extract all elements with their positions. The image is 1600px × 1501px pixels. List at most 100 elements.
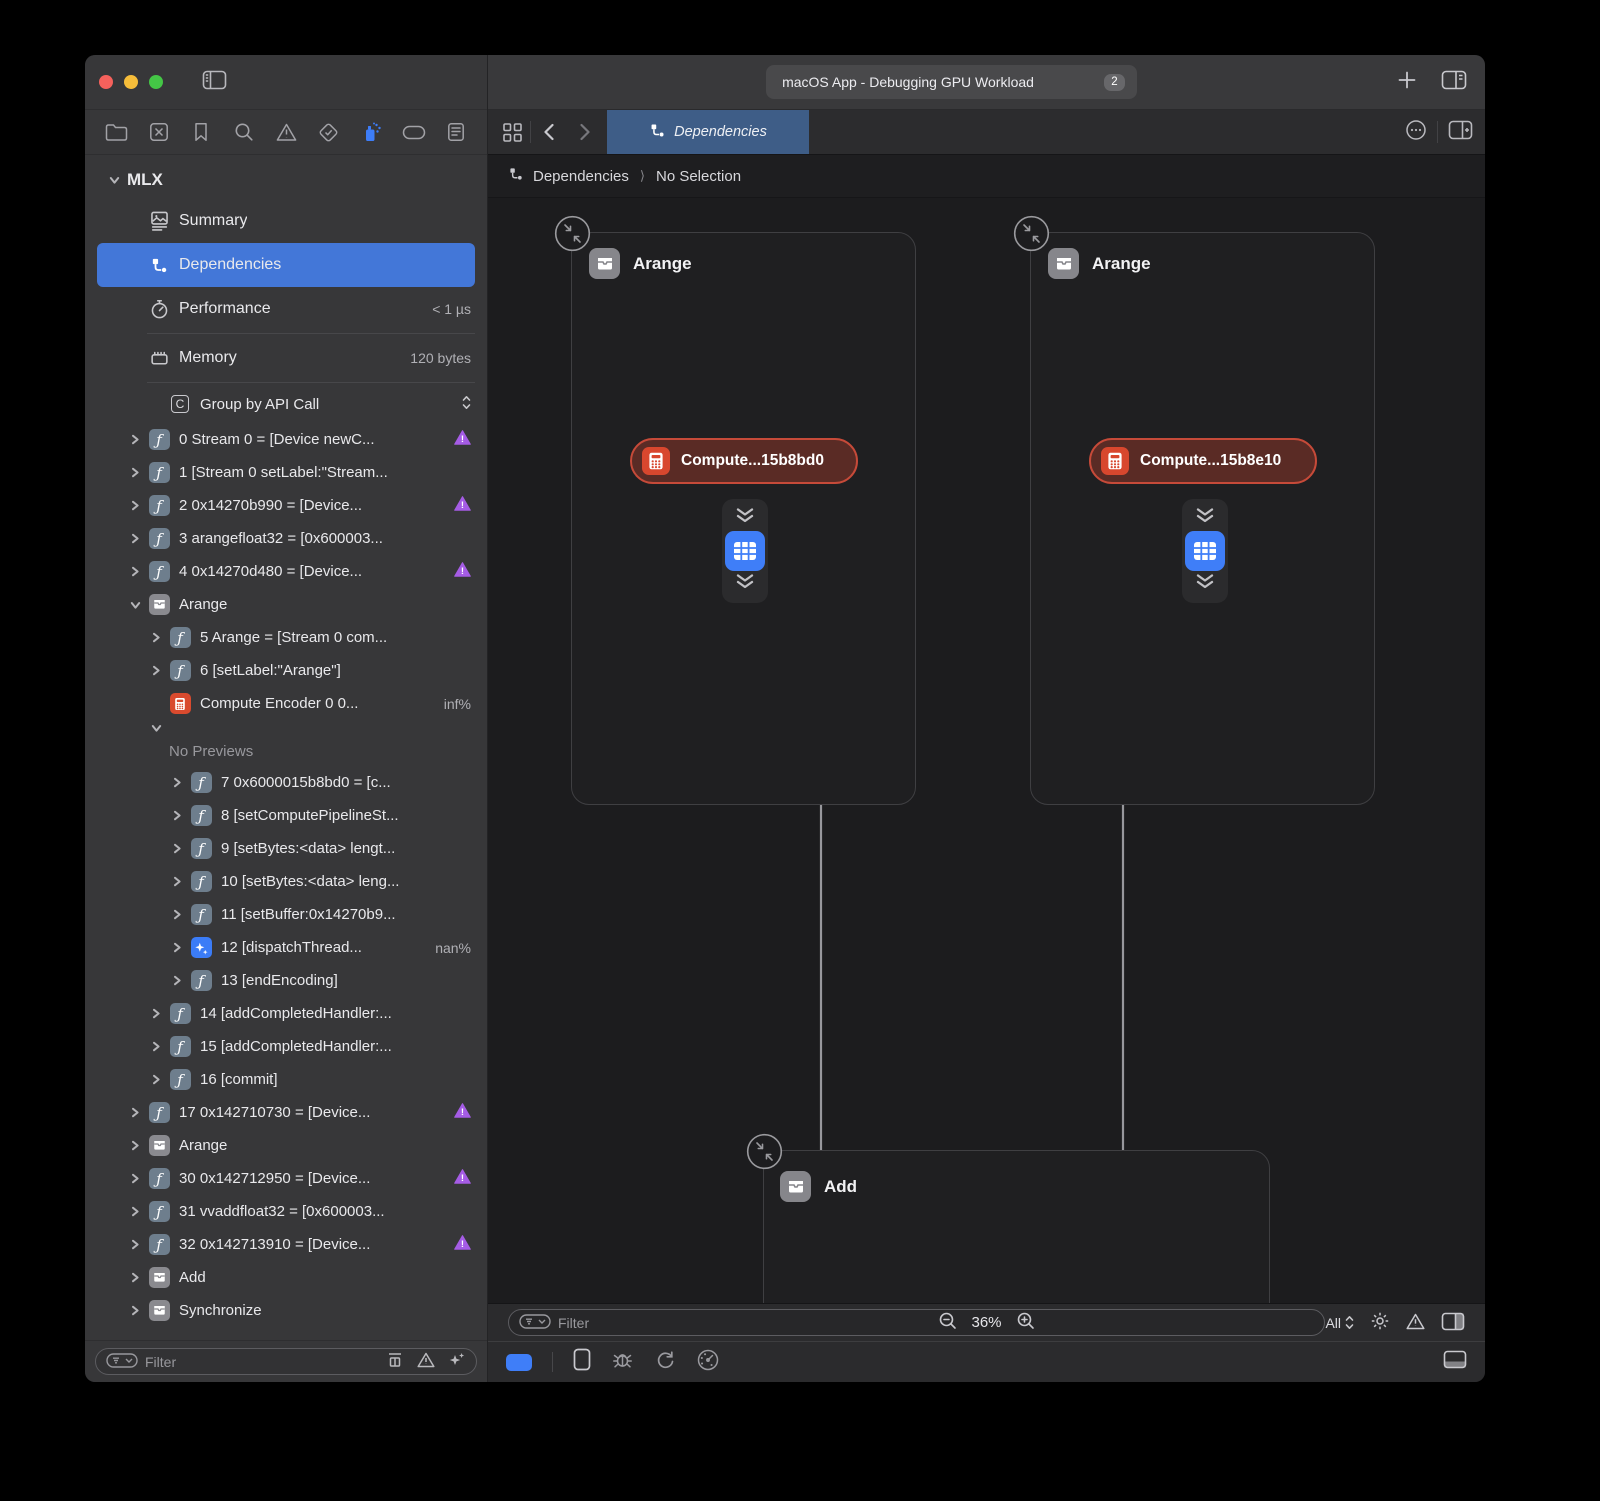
sidebar-row[interactable]: Compute Encoder 0 0...inf% bbox=[97, 687, 475, 720]
sidebar-row[interactable]: ƒ15 [addCompletedHandler:... bbox=[97, 1030, 475, 1063]
gpu-debug-icon[interactable] bbox=[356, 117, 386, 147]
disclosure-chevron[interactable] bbox=[151, 1074, 169, 1085]
breadcrumb-current[interactable]: No Selection bbox=[656, 168, 741, 185]
filter-menu-icon[interactable] bbox=[106, 1353, 138, 1371]
disclosure-chevron[interactable] bbox=[130, 600, 148, 610]
sidebar-row[interactable]: ƒ1 [Stream 0 setLabel:"Stream... bbox=[97, 456, 475, 489]
new-tab-icon[interactable] bbox=[1397, 70, 1417, 95]
folder-icon[interactable] bbox=[101, 117, 131, 147]
sidebar-row[interactable]: Add bbox=[97, 1261, 475, 1294]
tab-dependencies[interactable]: Dependencies bbox=[607, 110, 809, 154]
sidebar-row[interactable]: 12 [dispatchThread...nan% bbox=[97, 931, 475, 964]
sidebar-row[interactable]: Arange bbox=[97, 1129, 475, 1162]
minimize-button[interactable] bbox=[124, 75, 138, 89]
more-options-icon[interactable] bbox=[1405, 119, 1427, 146]
zoom-out-icon[interactable] bbox=[937, 1311, 957, 1335]
zoom-button[interactable] bbox=[149, 75, 163, 89]
sidebar-row[interactable]: ƒ4 0x14270d480 = [Device...! bbox=[97, 555, 475, 588]
disclosure-chevron[interactable] bbox=[172, 975, 190, 986]
flatten-icon[interactable] bbox=[386, 1351, 404, 1372]
sidebar-row[interactable]: ƒ8 [setComputePipelineSt... bbox=[97, 799, 475, 832]
sidebar-row[interactable]: Memory120 bytes bbox=[97, 336, 475, 380]
sidebar-row[interactable]: ƒ32 0x142713910 = [Device...! bbox=[97, 1228, 475, 1261]
disclosure-chevron[interactable] bbox=[130, 1107, 148, 1118]
disclosure-chevron[interactable] bbox=[130, 1239, 148, 1250]
disclosure-chevron[interactable] bbox=[130, 1305, 148, 1316]
settings-gear-icon[interactable] bbox=[1370, 1311, 1390, 1334]
chevron-double-down-icon[interactable] bbox=[732, 508, 758, 528]
disclosure-chevron[interactable] bbox=[130, 566, 148, 577]
forward-icon[interactable] bbox=[567, 110, 603, 154]
sidebar-row[interactable]: Summary bbox=[97, 199, 475, 243]
warning-badge-icon[interactable]: ! bbox=[454, 1169, 471, 1188]
compute-encoder-node-1[interactable]: Compute...15b8bd0 bbox=[630, 438, 858, 484]
buffer-widget-2[interactable] bbox=[1182, 499, 1228, 603]
sidebar-row[interactable]: ƒ5 Arange = [Stream 0 com... bbox=[97, 621, 475, 654]
disclosure-chevron[interactable] bbox=[151, 1041, 169, 1052]
popup-chevrons-icon[interactable] bbox=[462, 395, 471, 414]
disclosure-chevron[interactable] bbox=[151, 665, 169, 676]
disclosure-chevron[interactable] bbox=[130, 533, 148, 544]
disclosure-chevron[interactable] bbox=[130, 1272, 148, 1283]
tab-overview-icon[interactable] bbox=[494, 110, 530, 154]
dependency-graph-canvas[interactable]: Arange Compute...15b8bd0 bbox=[488, 198, 1485, 1303]
bottom-panel-icon[interactable] bbox=[1443, 1350, 1467, 1374]
sidebar-row[interactable]: Arange bbox=[97, 588, 475, 621]
warning-badge-icon[interactable]: ! bbox=[454, 1235, 471, 1254]
document-tab[interactable]: macOS App - Debugging GPU Workload 2 bbox=[766, 65, 1137, 99]
disclosure-chevron[interactable] bbox=[172, 909, 190, 920]
disclosure-chevron[interactable] bbox=[130, 1140, 148, 1151]
disclosure-chevron[interactable] bbox=[172, 777, 190, 788]
disclosure-chevron[interactable] bbox=[130, 434, 148, 445]
disclosure-chevron[interactable] bbox=[151, 632, 169, 643]
inspector-panel-icon[interactable] bbox=[1441, 1312, 1465, 1334]
sidebar-row[interactable]: ƒ14 [addCompletedHandler:... bbox=[97, 997, 475, 1030]
disclosure-chevron[interactable] bbox=[151, 723, 169, 733]
performance-gauge-icon[interactable] bbox=[696, 1348, 720, 1377]
sidebar-row[interactable]: CGroup by API Call bbox=[97, 385, 475, 423]
warning-filter-icon[interactable] bbox=[417, 1352, 435, 1371]
disclosure-chevron[interactable] bbox=[172, 843, 190, 854]
sidebar-row[interactable]: ƒ11 [setBuffer:0x14270b9... bbox=[97, 898, 475, 931]
group-box-arange-1[interactable]: Arange Compute...15b8bd0 bbox=[571, 232, 916, 805]
restart-icon[interactable] bbox=[654, 1349, 676, 1376]
sparkle-filter-icon[interactable] bbox=[448, 1351, 466, 1372]
disclosure-chevron[interactable] bbox=[172, 810, 190, 821]
sidebar-row[interactable]: ƒ16 [commit] bbox=[97, 1063, 475, 1096]
sidebar-row[interactable]: ƒ13 [endEncoding] bbox=[97, 964, 475, 997]
sidebar-row[interactable] bbox=[97, 720, 475, 736]
sidebar-row[interactable]: ƒ30 0x142712950 = [Device...! bbox=[97, 1162, 475, 1195]
compute-encoder-node-2[interactable]: Compute...15b8e10 bbox=[1089, 438, 1317, 484]
debug-bug-icon[interactable] bbox=[611, 1348, 634, 1376]
chevron-double-down-icon[interactable] bbox=[1192, 574, 1218, 594]
disclosure-chevron[interactable] bbox=[109, 175, 127, 185]
report-icon[interactable] bbox=[441, 117, 471, 147]
filter-menu-icon[interactable] bbox=[519, 1314, 551, 1332]
warning-icon[interactable] bbox=[271, 117, 301, 147]
debug-area-toggle[interactable] bbox=[506, 1354, 532, 1371]
sidebar-row[interactable]: ƒ7 0x6000015b8bd0 = [c... bbox=[97, 766, 475, 799]
sidebar-row[interactable]: ƒ6 [setLabel:"Arange"] bbox=[97, 654, 475, 687]
sidebar-row[interactable]: No Previews bbox=[97, 736, 475, 766]
sidebar-row[interactable]: ƒ2 0x14270b990 = [Device...! bbox=[97, 489, 475, 522]
sidebar-row[interactable]: ƒ31 vvaddfloat32 = [0x600003... bbox=[97, 1195, 475, 1228]
table-buffer-icon[interactable] bbox=[725, 531, 765, 571]
toggle-sidebar-icon[interactable] bbox=[202, 70, 227, 95]
x-square-icon[interactable] bbox=[144, 117, 174, 147]
disclosure-chevron[interactable] bbox=[130, 1173, 148, 1184]
sidebar-row-selected[interactable]: Dependencies bbox=[97, 243, 475, 287]
scope-selector[interactable]: All bbox=[1325, 1315, 1354, 1331]
disclosure-chevron[interactable] bbox=[151, 1008, 169, 1019]
warning-badge-icon[interactable]: ! bbox=[454, 562, 471, 581]
sidebar-row[interactable]: ƒ17 0x142710730 = [Device...! bbox=[97, 1096, 475, 1129]
buffer-widget-1[interactable] bbox=[722, 499, 768, 603]
disclosure-chevron[interactable] bbox=[130, 467, 148, 478]
sidebar-row[interactable]: ƒ9 [setBytes:<data> lengt... bbox=[97, 832, 475, 865]
canvas-filter-field[interactable]: Filter bbox=[508, 1309, 1325, 1336]
disclosure-chevron[interactable] bbox=[130, 1206, 148, 1217]
disclosure-chevron[interactable] bbox=[172, 876, 190, 887]
tag-icon[interactable] bbox=[399, 117, 429, 147]
sidebar-row[interactable]: MLX bbox=[97, 161, 475, 199]
chevron-double-down-icon[interactable] bbox=[1192, 508, 1218, 528]
zoom-in-icon[interactable] bbox=[1016, 1311, 1036, 1335]
